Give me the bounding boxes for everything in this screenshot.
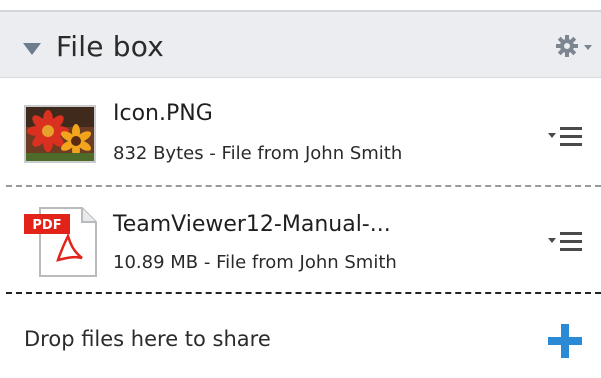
image-thumbnail-icon: [24, 105, 96, 163]
drop-zone-divider: [6, 292, 601, 294]
file-meta: 832 Bytes - File from John Smith: [113, 143, 403, 164]
pdf-badge-text: PDF: [32, 218, 61, 233]
file-name[interactable]: Icon.PNG: [113, 101, 213, 126]
file-item[interactable]: PDF TeamViewer12-Manual-... 10.89 MB - F…: [0, 186, 601, 292]
plus-icon[interactable]: [548, 324, 582, 358]
file-name[interactable]: TeamViewer12-Manual-...: [113, 212, 391, 237]
drop-zone-label: Drop files here to share: [24, 327, 271, 351]
panel-title: File box: [56, 30, 164, 63]
gear-icon[interactable]: [555, 34, 595, 64]
top-strip: [0, 0, 601, 10]
menu-dropdown-icon[interactable]: [546, 230, 590, 254]
menu-dropdown-icon[interactable]: [546, 125, 590, 149]
file-box-header[interactable]: File box: [0, 12, 601, 78]
file-meta: 10.89 MB - File from John Smith: [113, 252, 397, 273]
pdf-file-icon: PDF: [24, 206, 98, 282]
drop-zone[interactable]: Drop files here to share: [0, 295, 601, 378]
file-item[interactable]: Icon.PNG 832 Bytes - File from John Smit…: [0, 79, 601, 185]
triangle-down-icon[interactable]: [22, 41, 42, 60]
